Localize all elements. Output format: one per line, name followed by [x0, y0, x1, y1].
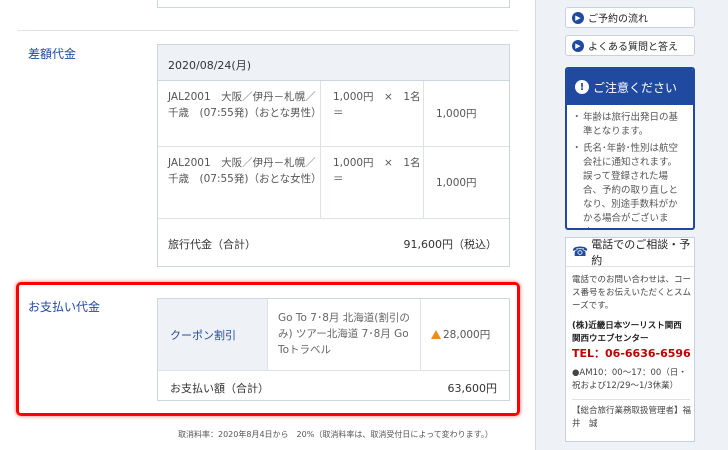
reservation-flow-link[interactable]: ▶ ご予約の流れ — [565, 7, 695, 28]
notice-title: ご注意ください — [593, 80, 678, 95]
contact-intro: 電話でのお問い合わせは、コース番号をお伝えいただくとスムーズです。 — [572, 275, 692, 311]
unit-price-quantity: 1,000円 × 1名 ＝ — [320, 81, 431, 146]
reservation-flow-label: ご予約の流れ — [588, 14, 648, 25]
date-header: 2020/08/24(月) — [158, 45, 509, 81]
coupon-row: クーポン割引 Go To 7･8月 北海道(割引のみ) ツアー北海道 7･8月 … — [158, 299, 509, 371]
faq-label: よくある質問と答え — [588, 42, 678, 53]
flight-description: JAL2001 大阪／伊丹－札幌／千歳 (07:55発)（おとな男性） — [168, 91, 322, 119]
chevron-right-icon: ▶ — [572, 11, 584, 24]
coupon-discount-label: クーポン割引 — [158, 299, 268, 370]
notice-item: 氏名･年齢･性別は航空会社に通知されます。誤って登録された場合、予約の取り直しと… — [572, 142, 685, 228]
row-subtotal: 1,000円 — [423, 81, 511, 146]
notice-box: ! ご注意ください 年齢は旅行出発日の基準となります。 氏名･年齢･性別は航空会… — [565, 67, 695, 230]
exclamation-icon: ! — [575, 80, 589, 94]
coupon-amount-value: 28,000円 — [443, 329, 491, 341]
payment-section-label: お支払い代金 — [28, 300, 101, 314]
table-row: JAL2001 大阪／伊丹－札幌／千歳 (07:55発)（おとな女性） 1,00… — [158, 147, 509, 219]
business-hours: ●AM10：00～17：00（日・祝および12/29～1/3休業） — [572, 368, 687, 391]
faq-link[interactable]: ▶ よくある質問と答え — [565, 35, 695, 56]
flight-description: JAL2001 大阪／伊丹－札幌／千歳 (07:55発)（おとな女性） — [168, 157, 322, 185]
phone-icon: ☎ — [572, 244, 589, 260]
row-subtotal: 1,000円 — [423, 147, 511, 218]
coupon-amount: 28,000円 — [420, 299, 511, 370]
phone-contact-box: ☎ 電話でのご相談・予約 電話でのお問い合わせは、コース番号をお伝えいただくとス… — [565, 237, 695, 442]
notice-header: ! ご注意ください — [567, 69, 693, 105]
coupon-description: Go To 7･8月 北海道(割引のみ) ツアー北海道 7･8月 Go Toトラ… — [278, 312, 410, 356]
payment-table: クーポン割引 Go To 7･8月 北海道(割引のみ) ツアー北海道 7･8月 … — [157, 298, 510, 401]
notice-item: 年齢は旅行出発日の基準となります。 — [572, 111, 685, 139]
chevron-right-icon: ▶ — [572, 39, 584, 52]
travel-manager: 【総合旅行業務取扱管理者】福井 誠 — [572, 406, 692, 429]
travel-total-label: 旅行代金（合計） — [168, 238, 256, 251]
unit-price-quantity: 1,000円 × 1名 ＝ — [320, 147, 431, 218]
cancellation-footnote: 取消料率：2020年8月4日から 20%（取消料率は、取消受付日によって変わりま… — [178, 430, 493, 439]
payment-total-label: お支払い額（合計） — [170, 382, 269, 395]
main-content: 差額代金 2020/08/24(月) JAL2001 大阪／伊丹－札幌／千歳 (… — [0, 0, 536, 450]
table-row: JAL2001 大阪／伊丹－札幌／千歳 (07:55発)（おとな男性） 1,00… — [158, 81, 509, 147]
phone-number[interactable]: TEL：06-6636-6596 — [572, 347, 692, 360]
payment-total-value: 63,600円 — [447, 382, 498, 395]
divider — [18, 30, 518, 31]
payment-total-row: お支払い額（合計） 63,600円 — [158, 371, 509, 402]
divider — [572, 399, 690, 400]
diff-section-label: 差額代金 — [28, 47, 77, 61]
notice-list: 年齢は旅行出発日の基準となります。 氏名･年齢･性別は航空会社に通知されます。誤… — [567, 105, 693, 228]
contact-header: ☎ 電話でのご相談・予約 — [566, 238, 694, 267]
previous-table-bottom — [157, 0, 510, 8]
diff-price-table: 2020/08/24(月) JAL2001 大阪／伊丹－札幌／千歳 (07:55… — [157, 44, 510, 267]
company-name: (株)近畿日本ツーリスト関西 関西ウエブセンター — [572, 321, 691, 344]
contact-title: 電話でのご相談・予約 — [591, 238, 691, 267]
travel-total-value: 91,600円（税込） — [403, 238, 498, 251]
discount-triangle-icon — [431, 330, 441, 339]
total-row: 旅行代金（合計） 91,600円（税込） — [158, 219, 509, 267]
